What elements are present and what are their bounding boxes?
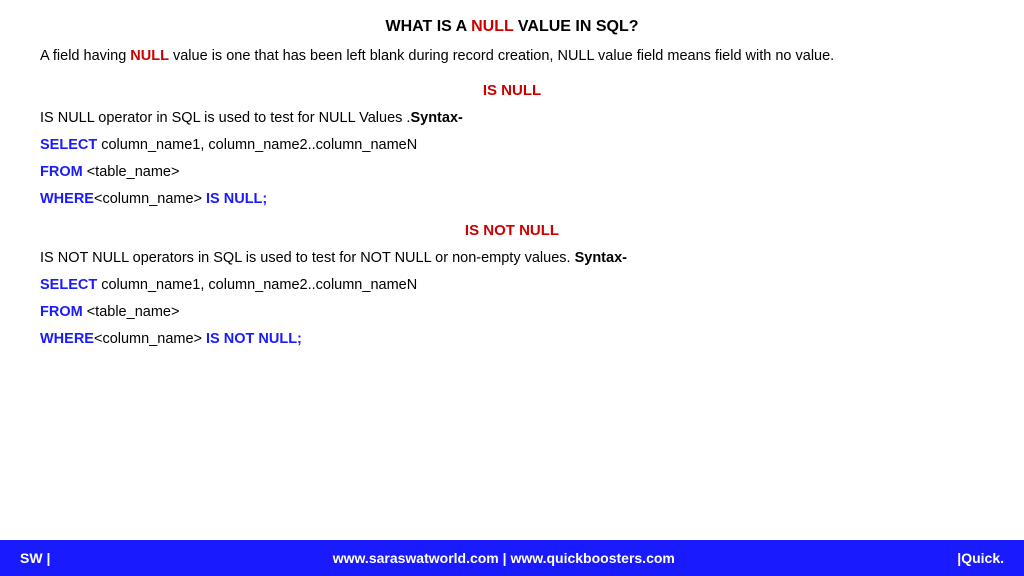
is-not-null-section: IS NOT NULL IS NOT NULL operators in SQL… xyxy=(40,222,984,352)
footer-center: www.saraswatworld.com | www.quickbooster… xyxy=(50,550,957,566)
is-not-null-desc-bold: Syntax- xyxy=(575,250,627,266)
is-null-isnull: IS NULL; xyxy=(202,191,267,207)
is-null-select: SELECT xyxy=(40,137,97,153)
is-not-null-body: IS NOT NULL operators in SQL is used to … xyxy=(40,247,984,352)
is-null-desc: IS NULL operator in SQL is used to test … xyxy=(40,107,984,130)
footer-left: SW | xyxy=(20,550,50,566)
intro-suffix: value is one that has been left blank du… xyxy=(169,48,834,64)
main-title: WHAT IS A NULL VALUE IN SQL? xyxy=(40,18,984,36)
is-null-title: IS NULL xyxy=(40,82,984,99)
is-not-null-from: FROM xyxy=(40,304,83,320)
is-not-null-line2: FROM <table_name> xyxy=(40,301,984,324)
is-null-body: IS NULL operator in SQL is used to test … xyxy=(40,107,984,212)
is-null-desc-prefix: IS NULL operator in SQL is used to test … xyxy=(40,110,410,126)
title-suffix: VALUE IN SQL? xyxy=(513,18,638,35)
is-null-from: FROM xyxy=(40,164,83,180)
footer-right: |Quick. xyxy=(957,550,1004,566)
is-not-null-line3: WHERE<column_name> IS NOT NULL; xyxy=(40,328,984,351)
is-null-colname: <column_name> xyxy=(94,191,202,207)
is-null-line2: FROM <table_name> xyxy=(40,161,984,184)
is-not-null-where: WHERE xyxy=(40,331,94,347)
footer: SW | www.saraswatworld.com | www.quickbo… xyxy=(0,540,1024,576)
is-not-null-line1: SELECT column_name1, column_name2..colum… xyxy=(40,274,984,297)
is-not-null-select: SELECT xyxy=(40,277,97,293)
main-content: WHAT IS A NULL VALUE IN SQL? A field hav… xyxy=(0,0,1024,371)
is-null-table: <table_name> xyxy=(83,164,180,180)
title-prefix: WHAT IS A xyxy=(385,18,471,35)
title-null: NULL xyxy=(471,18,513,35)
is-not-null-colname: <column_name> xyxy=(94,331,202,347)
is-null-line3: WHERE<column_name> IS NULL; xyxy=(40,188,984,211)
is-not-null-title: IS NOT NULL xyxy=(40,222,984,239)
is-null-section: IS NULL IS NULL operator in SQL is used … xyxy=(40,82,984,212)
is-not-null-columns: column_name1, column_name2..column_nameN xyxy=(97,277,417,293)
is-not-null-table: <table_name> xyxy=(83,304,180,320)
is-not-null-desc-prefix: IS NOT NULL operators in SQL is used to … xyxy=(40,250,575,266)
is-null-line1: SELECT column_name1, column_name2..colum… xyxy=(40,134,984,157)
intro-paragraph: A field having NULL value is one that ha… xyxy=(40,46,984,68)
intro-prefix: A field having xyxy=(40,48,130,64)
is-not-null-desc: IS NOT NULL operators in SQL is used to … xyxy=(40,247,984,270)
is-null-desc-bold: Syntax- xyxy=(410,110,462,126)
intro-null: NULL xyxy=(130,48,169,64)
is-null-columns: column_name1, column_name2..column_nameN xyxy=(97,137,417,153)
is-null-where: WHERE xyxy=(40,191,94,207)
is-not-null-isnull: IS NOT NULL; xyxy=(202,331,302,347)
